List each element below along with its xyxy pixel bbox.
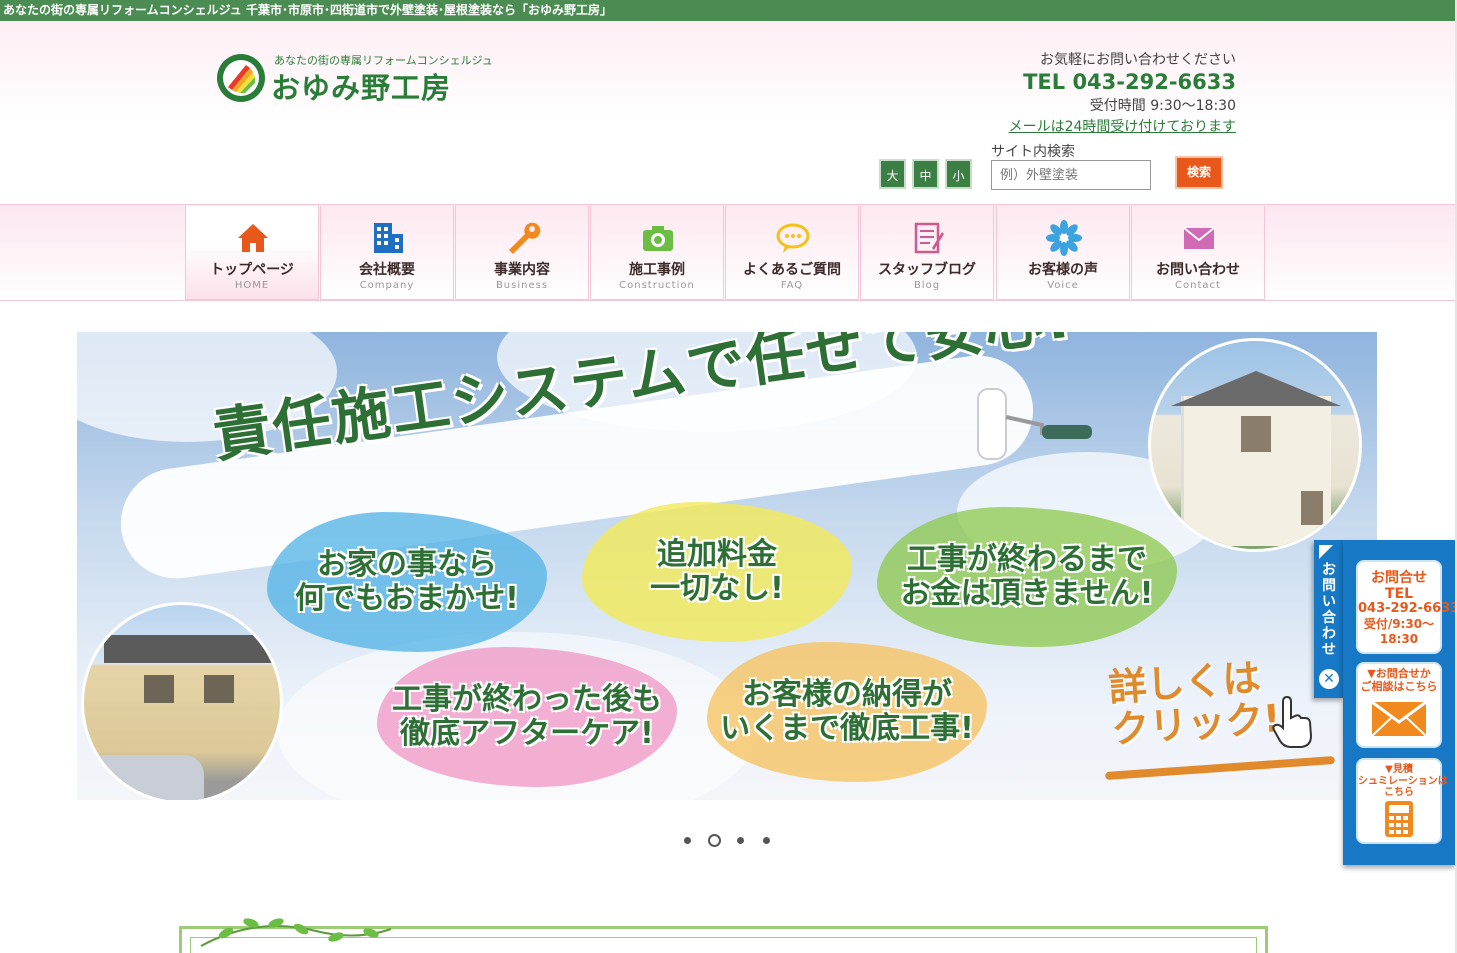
feature-splash-orange: お客様の納得が いくまで徹底工事! <box>707 642 987 782</box>
search-button[interactable]: 検索 <box>1175 156 1223 189</box>
side-contact-panel: お問合せ TEL 043-292-6633 受付/9:30〜 18:30 ▼お問… <box>1343 540 1457 865</box>
estimate-card[interactable]: ▼見積 シュミレーションは こちら <box>1356 758 1448 844</box>
search-label: サイト内検索 <box>991 144 1075 160</box>
site-logo[interactable]: あなたの街の専属リフォームコンシェルジュ おゆみ野工房 <box>216 51 493 105</box>
font-size-large-button[interactable]: 大 <box>879 159 906 189</box>
notepad-icon <box>914 222 944 254</box>
nav-item-business[interactable]: 事業内容 Business <box>455 206 589 300</box>
phone-number[interactable]: TEL 043-292-6633 <box>1009 70 1236 94</box>
nav-sublabel: Contact <box>1175 280 1221 291</box>
leaf-vine-icon <box>200 918 392 947</box>
home-icon <box>238 224 268 252</box>
paint-roller-icon <box>977 388 1092 460</box>
slider-dot[interactable] <box>737 837 744 844</box>
logo-mark-icon <box>217 54 265 102</box>
feature-text: 工事が終わった後も 徹底アフターケア! <box>392 681 662 751</box>
tab-corner-icon <box>1319 545 1333 559</box>
card-mail-text: ▼お問合せか ご相談はこちら <box>1360 667 1438 693</box>
nav-item-blog[interactable]: スタッフブログ Blog <box>860 206 994 300</box>
nav-item-construction[interactable]: 施工事例 Construction <box>590 206 724 300</box>
card-title: お問合せ <box>1371 570 1427 586</box>
mail-card[interactable]: ▼お問合せか ご相談はこちら <box>1356 662 1442 748</box>
nav-label: 事業内容 <box>494 262 550 278</box>
house-photo-right <box>1148 338 1362 552</box>
feature-text: 追加料金 一切なし! <box>650 536 784 606</box>
wrench-icon <box>509 222 541 254</box>
nav-item-company[interactable]: 会社概要 Company <box>320 206 454 300</box>
nav-sublabel: Blog <box>913 280 941 291</box>
phone-card[interactable]: お問合せ TEL 043-292-6633 受付/9:30〜 18:30 <box>1356 560 1457 654</box>
side-tab-label: お問い合わせ <box>1322 562 1336 659</box>
contact-info: お気軽にお問い合わせください TEL 043-292-6633 受付時間 9:3… <box>1009 49 1236 136</box>
nav-label: 会社概要 <box>359 262 415 278</box>
feature-splash-yellow: 追加料金 一切なし! <box>582 502 852 642</box>
envelope-icon <box>1183 227 1215 249</box>
house-window <box>1241 416 1271 452</box>
feature-splash-blue: お家の事なら 何でもおまかせ! <box>267 512 547 652</box>
building-icon <box>374 223 403 253</box>
card-estimate-text: ▼見積 シュミレーションは こちら <box>1358 764 1448 798</box>
nav-sublabel: Voice <box>1047 280 1079 291</box>
feature-splash-pink: 工事が終わった後も 徹底アフターケア! <box>377 647 677 787</box>
nav-label: スタッフブログ <box>878 262 976 278</box>
feature-splash-green: 工事が終わるまで お金は頂きません! <box>877 507 1177 647</box>
side-contact-tab[interactable]: お問い合わせ ✕ <box>1314 540 1344 698</box>
top-banner: あなたの街の専属リフォームコンシェルジュ 千葉市･市原市･四街道市で外壁塗装･屋… <box>0 0 1455 21</box>
nav-item-contact[interactable]: お問い合わせ Contact <box>1131 206 1265 300</box>
site-header: あなたの街の専属リフォームコンシェルジュ おゆみ野工房 お気軽にお問い合わせくだ… <box>0 21 1455 204</box>
nav-label: トップページ <box>210 262 294 278</box>
mail-link[interactable]: メールは24時間受け付けております <box>1009 116 1236 136</box>
camera-icon <box>643 226 673 251</box>
content-frame <box>179 918 1268 953</box>
nav-label: お問い合わせ <box>1156 262 1240 278</box>
flower-icon <box>1046 220 1082 256</box>
nav-item-home[interactable]: トップページ HOME <box>185 206 319 300</box>
card-icon-wrap <box>1358 800 1440 838</box>
speech-bubble-icon <box>776 223 810 253</box>
nav-sublabel: HOME <box>234 280 270 291</box>
slider-dot[interactable] <box>763 837 770 844</box>
house-window <box>144 675 174 703</box>
nav-item-voice[interactable]: お客様の声 Voice <box>996 206 1130 300</box>
slider-dot[interactable] <box>684 837 691 844</box>
nav-item-faq[interactable]: よくあるご質問 FAQ <box>725 206 859 300</box>
global-nav: トップページ HOME 会社概要 Company 事業内容 Business 施… <box>0 204 1455 301</box>
feature-text: 工事が終わるまで お金は頂きません! <box>900 541 1154 611</box>
slider-dot-active[interactable] <box>708 834 721 847</box>
card-tel-hours: 受付/9:30〜 18:30 <box>1363 617 1435 646</box>
font-size-small-button[interactable]: 小 <box>945 159 972 189</box>
mail-icon <box>1371 700 1427 737</box>
contact-lead: お気軽にお問い合わせください <box>1040 52 1236 68</box>
house-window <box>204 675 234 703</box>
nav-label: 施工事例 <box>629 262 685 278</box>
card-tel-label: TEL <box>1384 586 1414 602</box>
hero-slider[interactable]: 責任施工システムで任せて安心! お家の事なら 何でもおまかせ! 追加料金 一切な… <box>77 332 1377 800</box>
card-icon-wrap <box>1358 700 1440 738</box>
feature-text: お家の事なら 何でもおまかせ! <box>295 546 519 616</box>
house-roof <box>104 635 274 663</box>
calculator-icon <box>1385 801 1413 837</box>
font-size-medium-button[interactable]: 中 <box>912 159 939 189</box>
pointer-hand-icon <box>1272 695 1313 748</box>
feature-text: お客様の納得が いくまで徹底工事! <box>720 676 974 746</box>
house-window <box>1301 491 1323 525</box>
nav-label: お客様の声 <box>1028 262 1098 278</box>
parked-car <box>94 755 204 800</box>
card-tel-number: 043-292-6633 <box>1358 600 1457 616</box>
business-hours: 受付時間 9:30〜18:30 <box>1089 98 1236 114</box>
close-icon[interactable]: ✕ <box>1319 669 1339 689</box>
hero-cta-underline <box>1105 755 1335 781</box>
search-input[interactable] <box>991 160 1151 190</box>
hero-cta-text[interactable]: 詳しくは クリック! <box>1107 655 1282 751</box>
nav-sublabel: FAQ <box>780 280 804 291</box>
nav-sublabel: Construction <box>619 280 695 291</box>
nav-label: よくあるご質問 <box>743 262 841 278</box>
house-photo-left <box>81 602 283 800</box>
house-roof <box>1171 371 1341 406</box>
nav-sublabel: Company <box>359 280 415 291</box>
logo-name: おゆみ野工房 <box>271 71 452 105</box>
nav-sublabel: Business <box>495 280 549 291</box>
